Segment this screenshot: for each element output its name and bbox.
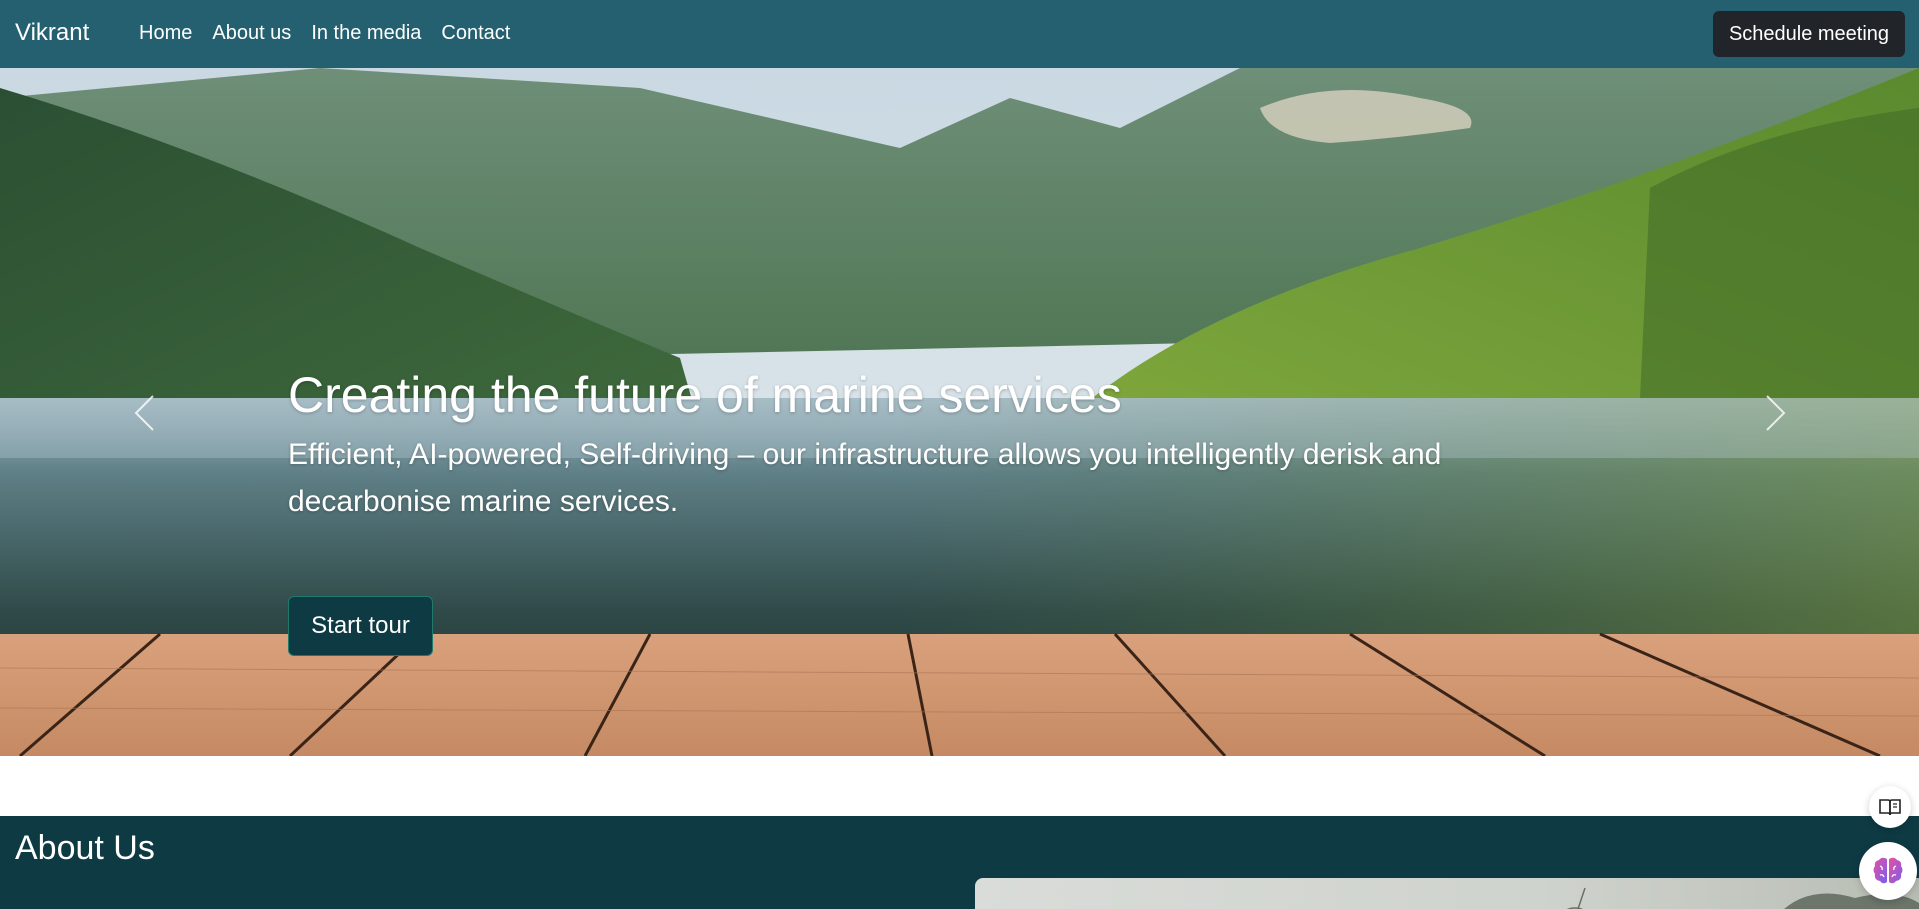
hero-subtitle: Efficient, AI-powered, Self-driving – ou… [288,438,1442,518]
chevron-right-icon [1766,395,1786,431]
about-image [975,878,1919,909]
ai-assistant-button[interactable] [1859,842,1917,900]
brain-icon [1873,857,1903,884]
book-open-icon [1879,799,1901,816]
nav-links: Home About us In the media Contact [139,21,530,45]
nav-link-media[interactable]: In the media [311,21,421,45]
schedule-meeting-button[interactable]: Schedule meeting [1713,11,1905,57]
navbar: Vikrant Home About us In the media Conta… [0,0,1919,68]
about-section: About Us [0,816,1919,909]
hero-title: Creating the future of marine services [288,367,1122,423]
about-image-trees [1566,887,1919,909]
hero-carousel: Creating the future of marine services E… [0,68,1919,756]
carousel-prev-button[interactable] [124,388,164,438]
about-title: About Us [15,829,155,867]
nav-link-home[interactable]: Home [139,21,192,45]
brand-logo[interactable]: Vikrant [15,19,89,47]
nav-link-contact[interactable]: Contact [441,21,510,45]
chevron-left-icon [134,395,154,431]
reader-mode-button[interactable] [1869,786,1911,828]
carousel-next-button[interactable] [1756,388,1796,438]
start-tour-button[interactable]: Start tour [288,596,433,656]
nav-link-about[interactable]: About us [212,21,291,45]
